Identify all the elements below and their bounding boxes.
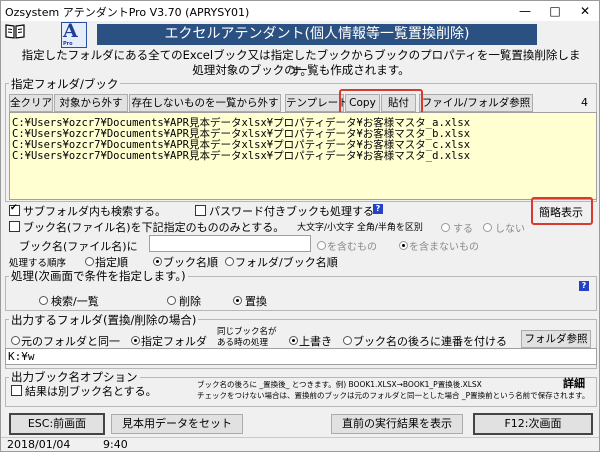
filename-filter-label: ブック名(ファイル名)を下記指定のもののみとする。 xyxy=(23,221,285,234)
close-button[interactable]: ✕ xyxy=(571,1,599,21)
file-list-item[interactable]: C:¥Users¥ozcr7¥Documents¥APR見本データxlsx¥プロ… xyxy=(10,151,596,162)
serial-number-label: ブック名の後ろに連番を付ける xyxy=(353,335,507,348)
set-sample-data-button[interactable]: 見本用データをセット xyxy=(111,414,243,434)
separate-name-checkbox[interactable] xyxy=(11,385,22,396)
output-folder-legend: 出力するフォルダ(置換/削除の場合) xyxy=(9,312,199,328)
output-folder-path: K:¥w xyxy=(8,350,35,363)
separate-name-label: 結果は別ブック名とする。 xyxy=(25,385,157,398)
logo-letter: A xyxy=(63,20,78,42)
book-icon[interactable] xyxy=(5,23,25,39)
order-label: 処理する順序 xyxy=(9,258,67,269)
window-title: Ozsystem アテンダントPro V3.70 (APRYSY01) xyxy=(5,6,250,19)
esc-prev-button[interactable]: ESC:前画面 xyxy=(9,413,105,435)
delete-radio[interactable] xyxy=(167,296,176,305)
browse-file-folder-button[interactable]: ファイル/フォルダ参照 xyxy=(419,94,533,112)
file-list-textarea[interactable]: C:¥Users¥ozcr7¥Documents¥APR見本データxlsx¥プロ… xyxy=(9,112,597,200)
order-folder-radio[interactable] xyxy=(225,257,234,266)
filename-filter-checkbox[interactable] xyxy=(9,221,20,232)
remove-from-list-button[interactable]: 対象から外す xyxy=(54,94,128,112)
not-contains-radio[interactable] xyxy=(399,241,408,250)
same-folder-label: 元のフォルダと同一 xyxy=(21,335,120,348)
subfolder-search-label: サブフォルダ内も検索する。 xyxy=(23,205,166,218)
contains-radio[interactable] xyxy=(317,241,326,250)
not-contains-label: を含まないもの xyxy=(409,242,479,253)
status-date: 2018/01/04 xyxy=(7,438,71,451)
password-books-label: パスワード付きブックも処理する xyxy=(209,205,374,218)
help-icon[interactable]: ? xyxy=(373,204,383,214)
f12-next-button[interactable]: F12:次画面 xyxy=(473,413,593,435)
replace-radio[interactable] xyxy=(233,296,242,305)
remove-missing-button[interactable]: 存在しないものを一覧から外す xyxy=(129,94,281,112)
process-legend: 処理(次画面で条件を指定します。) xyxy=(9,268,188,284)
filename-input-label: ブック名(ファイル名)に xyxy=(19,240,138,253)
folder-book-legend: 指定フォルダ/ブック xyxy=(9,76,121,92)
specified-folder-radio[interactable] xyxy=(131,336,140,345)
serial-number-radio[interactable] xyxy=(343,336,352,345)
app-logo: A Pro xyxy=(61,20,87,48)
maximize-button[interactable]: □ xyxy=(541,1,569,21)
filename-pattern-input[interactable] xyxy=(149,235,311,252)
folder-browse-button[interactable]: フォルダ参照 xyxy=(521,330,591,348)
case-yes-label: する xyxy=(453,224,473,235)
file-count: 4 xyxy=(581,96,588,109)
case-sensitive-label: 大文字/小文字 全角/半角を区別 xyxy=(297,223,423,233)
header-banner: エクセルアテンダント(個人情報等一覧置換削除) xyxy=(97,24,537,45)
case-no-label: しない xyxy=(495,224,525,235)
order-book-radio[interactable] xyxy=(153,257,162,266)
output-name-note-2: チェックをつけない場合は、置換前のブックは元のフォルダと同一とした場合 _P置換… xyxy=(197,391,590,400)
order-specified-radio[interactable] xyxy=(85,257,94,266)
case-yes-radio[interactable] xyxy=(441,223,450,232)
app-window: Ozsystem アテンダントPro V3.70 (APRYSY01) — □ … xyxy=(0,0,600,452)
output-name-note-1: ブック名の後ろに _置換後_ とつきます。例) BOOK1.XLSX→BOOK1… xyxy=(197,380,482,389)
delete-label: 削除 xyxy=(179,295,201,308)
order-folder-label: フォルダ/ブック名順 xyxy=(235,256,338,269)
detail-link[interactable]: 詳細 xyxy=(563,375,585,391)
overwrite-radio[interactable] xyxy=(289,336,298,345)
process-help-icon[interactable]: ? xyxy=(579,281,589,291)
title-bar: Ozsystem アテンダントPro V3.70 (APRYSY01) — □ … xyxy=(1,1,599,21)
show-last-result-button[interactable]: 直前の実行結果を表示 xyxy=(331,414,463,434)
replace-label: 置換 xyxy=(245,295,267,308)
case-no-radio[interactable] xyxy=(483,223,492,232)
search-list-radio[interactable] xyxy=(39,296,48,305)
same-folder-radio[interactable] xyxy=(11,336,20,345)
same-name-label-2: ある時の処理 xyxy=(217,338,269,348)
status-bar: 2018/01/04 9:40 xyxy=(1,437,599,452)
highlight-brief-view xyxy=(531,197,593,225)
overwrite-label: 上書き xyxy=(299,335,332,348)
specified-folder-label: 指定フォルダ xyxy=(141,335,207,348)
password-books-checkbox[interactable] xyxy=(195,205,206,216)
search-list-label: 検索/一覧 xyxy=(51,295,99,308)
subfolder-search-checkbox[interactable] xyxy=(9,203,20,216)
status-time: 9:40 xyxy=(103,438,128,451)
minimize-button[interactable]: — xyxy=(511,1,539,21)
output-folder-input[interactable]: K:¥w xyxy=(5,348,597,365)
contains-label: を含むもの xyxy=(327,242,377,253)
template-button[interactable]: テンプレート xyxy=(285,94,349,112)
clear-all-button[interactable]: 全クリア xyxy=(9,94,53,112)
